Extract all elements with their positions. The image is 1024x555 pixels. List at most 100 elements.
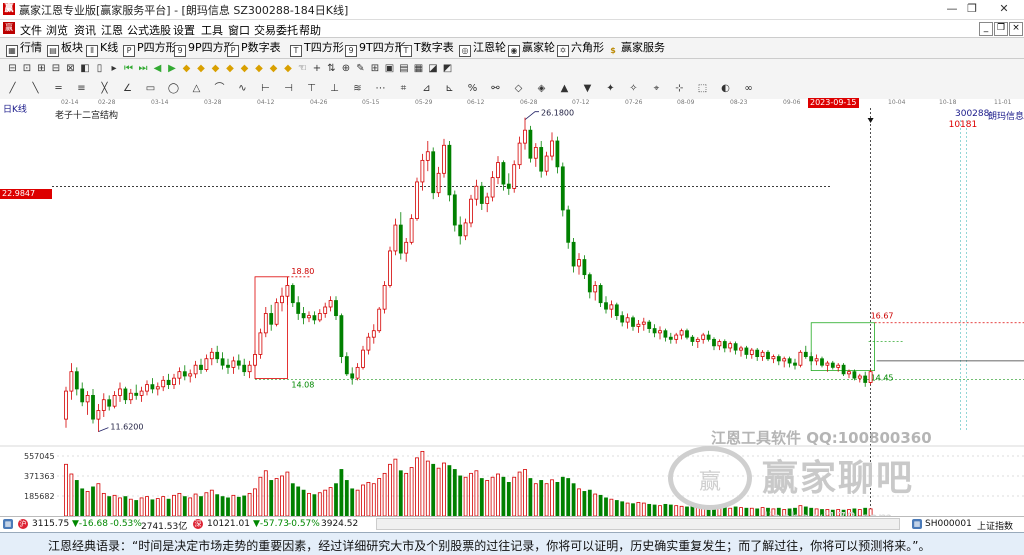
toolbar-button-3[interactable]: P P四方形 <box>123 41 177 57</box>
draw-tool-19-icon[interactable]: ⊾ <box>443 82 456 95</box>
chart-tool-22-icon[interactable]: ⇅ <box>325 62 338 75</box>
menu-trade[interactable]: 交易委托 <box>254 22 298 38</box>
chart-tool-21-icon[interactable]: + <box>311 62 324 75</box>
chart-tool-12-icon[interactable]: ◆ <box>180 62 193 75</box>
chart-tool-24-icon[interactable]: ✎ <box>354 62 367 75</box>
draw-tool-25-icon[interactable]: ▼ <box>581 82 594 95</box>
menu-window[interactable]: 窗口 <box>228 22 250 38</box>
draw-tool-1-icon[interactable]: ╲ <box>29 82 42 95</box>
candle-body <box>123 388 128 401</box>
sh-index-icon[interactable]: ▦ <box>3 519 13 529</box>
draw-tool-27-icon[interactable]: ✧ <box>627 82 640 95</box>
chart-tool-15-icon[interactable]: ◆ <box>224 62 237 75</box>
chart-tool-3-icon[interactable]: ⊟ <box>50 62 63 75</box>
toolbar-button-11[interactable]: ✡ 六角形 <box>557 41 604 57</box>
toolbar-button-0[interactable]: ▦ 行情 <box>6 41 42 57</box>
menu-gann[interactable]: 江恩 <box>101 22 123 38</box>
draw-tool-24-icon[interactable]: ▲ <box>558 82 571 95</box>
draw-tool-32-icon[interactable]: ∞ <box>742 82 755 95</box>
chart-tool-27-icon[interactable]: ▤ <box>398 62 411 75</box>
chart-tool-1-icon[interactable]: ⊡ <box>21 62 34 75</box>
draw-tool-30-icon[interactable]: ⬚ <box>696 82 709 95</box>
draw-tool-10-icon[interactable]: ∿ <box>236 82 249 95</box>
toolbar-button-7[interactable]: 9 9T四方形 <box>345 41 406 57</box>
volume-bar <box>517 471 522 516</box>
draw-tool-13-icon[interactable]: ⊤ <box>305 82 318 95</box>
draw-tool-16-icon[interactable]: ⋯ <box>374 82 387 95</box>
chart-tool-28-icon[interactable]: ▦ <box>412 62 425 75</box>
menu-info[interactable]: 资讯 <box>74 22 96 38</box>
toolbar-button-6[interactable]: T T四方形 <box>290 41 344 57</box>
mdi-minimize-button[interactable]: _ <box>979 22 993 36</box>
draw-tool-28-icon[interactable]: ⌖ <box>650 82 663 95</box>
volume-bar <box>587 489 592 516</box>
draw-tool-7-icon[interactable]: ◯ <box>167 82 180 95</box>
mdi-restore-button[interactable]: ❐ <box>994 22 1008 36</box>
draw-tool-2-icon[interactable]: ═ <box>52 82 65 95</box>
volume-bar <box>258 476 263 516</box>
draw-tool-26-icon[interactable]: ✦ <box>604 82 617 95</box>
chart-tool-5-icon[interactable]: ◧ <box>79 62 92 75</box>
draw-tool-8-icon[interactable]: △ <box>190 82 203 95</box>
draw-tool-5-icon[interactable]: ∠ <box>121 82 134 95</box>
chart-tool-20-icon[interactable]: ☜ <box>296 62 309 75</box>
menu-file[interactable]: 文件 <box>20 22 42 38</box>
chart-tool-30-icon[interactable]: ◩ <box>441 62 454 75</box>
draw-tool-20-icon[interactable]: % <box>466 82 479 95</box>
chart-tool-14-icon[interactable]: ◆ <box>209 62 222 75</box>
chart-tool-0-icon[interactable]: ⊟ <box>6 62 19 75</box>
chart-tool-23-icon[interactable]: ⊕ <box>340 62 353 75</box>
menu-settings[interactable]: 设置 <box>173 22 195 38</box>
draw-tool-14-icon[interactable]: ⊥ <box>328 82 341 95</box>
draw-tool-12-icon[interactable]: ⊣ <box>282 82 295 95</box>
chart-tool-4-icon[interactable]: ⊠ <box>64 62 77 75</box>
draw-tool-22-icon[interactable]: ◇ <box>512 82 525 95</box>
chart-tool-2-icon[interactable]: ⊞ <box>35 62 48 75</box>
chart-tool-11-icon[interactable]: ▶ <box>166 62 179 75</box>
chart-scrollbar[interactable] <box>376 518 900 530</box>
draw-tool-29-icon[interactable]: ⊹ <box>673 82 686 95</box>
draw-tool-9-icon[interactable]: ⌒ <box>213 82 226 95</box>
toolbar-button-8[interactable]: T T数字表 <box>400 41 454 57</box>
restore-button[interactable]: ❐ <box>958 1 986 17</box>
chart-tool-26-icon[interactable]: ▣ <box>383 62 396 75</box>
toolbar-button-2[interactable]: ⫴ K线 <box>86 41 118 57</box>
chart-tool-6-icon[interactable]: ▯ <box>93 62 106 75</box>
toolbar-button-9[interactable]: ◎ 江恩轮 <box>459 41 506 57</box>
chart-tool-17-icon[interactable]: ◆ <box>253 62 266 75</box>
draw-tool-18-icon[interactable]: ⊿ <box>420 82 433 95</box>
toolbar-button-5[interactable]: P P数字表 <box>227 41 281 57</box>
index-switch-icon[interactable]: ▦ <box>912 519 922 529</box>
draw-tool-17-icon[interactable]: ⌗ <box>397 82 410 95</box>
draw-tool-6-icon[interactable]: ▭ <box>144 82 157 95</box>
draw-tool-23-icon[interactable]: ◈ <box>535 82 548 95</box>
toolbar-button-12[interactable]: $ 赢家服务 <box>607 41 665 55</box>
draw-tool-0-icon[interactable]: ╱ <box>6 82 19 95</box>
chart-tool-8-icon[interactable]: ⏮ <box>122 62 135 75</box>
menu-browse[interactable]: 浏览 <box>46 22 68 38</box>
chart-tool-18-icon[interactable]: ◆ <box>267 62 280 75</box>
draw-tool-21-icon[interactable]: ⚯ <box>489 82 502 95</box>
mdi-close-button[interactable]: × <box>1009 22 1023 36</box>
chart-tool-16-icon[interactable]: ◆ <box>238 62 251 75</box>
chart-tool-10-icon[interactable]: ◀ <box>151 62 164 75</box>
chart-tool-19-icon[interactable]: ◆ <box>282 62 295 75</box>
menu-help[interactable]: 帮助 <box>299 22 321 38</box>
candle-body <box>442 144 446 174</box>
draw-tool-31-icon[interactable]: ◐ <box>719 82 732 95</box>
chart-tool-25-icon[interactable]: ⊞ <box>369 62 382 75</box>
draw-tool-15-icon[interactable]: ≋ <box>351 82 364 95</box>
draw-tool-3-icon[interactable]: ≡ <box>75 82 88 95</box>
toolbar-button-10[interactable]: ◉ 赢家轮 <box>508 41 555 57</box>
draw-tool-11-icon[interactable]: ⊢ <box>259 82 272 95</box>
toolbar-button-4[interactable]: 9 9P四方形 <box>174 41 235 57</box>
chart-tool-7-icon[interactable]: ▸ <box>108 62 121 75</box>
chart-tool-13-icon[interactable]: ◆ <box>195 62 208 75</box>
chart-tool-9-icon[interactable]: ⏭ <box>137 62 150 75</box>
close-button[interactable]: ✕ <box>990 1 1018 17</box>
toolbar-button-1[interactable]: ▤ 板块 <box>47 41 83 57</box>
chart-tool-29-icon[interactable]: ◪ <box>427 62 440 75</box>
menu-formula[interactable]: 公式选股 <box>127 22 171 38</box>
draw-tool-4-icon[interactable]: ╳ <box>98 82 111 95</box>
menu-tools[interactable]: 工具 <box>201 22 223 38</box>
